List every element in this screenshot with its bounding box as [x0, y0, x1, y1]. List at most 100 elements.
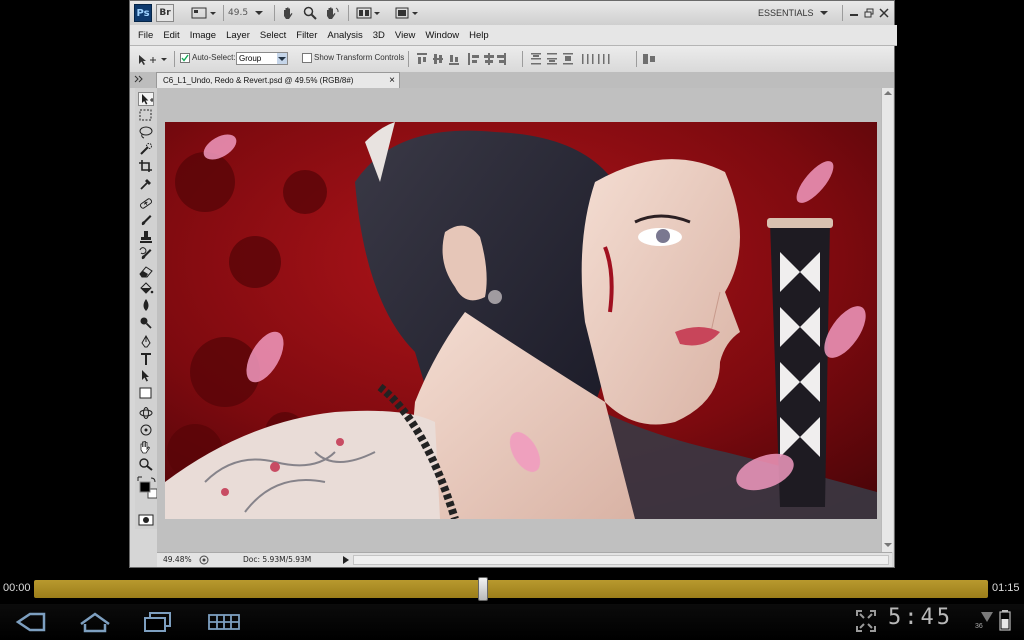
menu-grid-icon[interactable] — [206, 610, 242, 634]
healing-brush-tool-icon[interactable] — [138, 196, 154, 210]
signal-label: 36 — [975, 623, 983, 630]
menu-image[interactable]: Image — [185, 30, 221, 41]
menu-help[interactable]: Help — [464, 30, 494, 41]
zoom-percentage[interactable]: 49.48% — [163, 555, 192, 564]
menu-layer[interactable]: Layer — [221, 30, 255, 41]
checkmark-icon — [181, 54, 189, 62]
collapse-panels-icon[interactable] — [134, 75, 144, 83]
path-selection-tool-icon[interactable] — [138, 369, 154, 383]
arrange-documents-icon — [356, 7, 380, 18]
marquee-tool-icon[interactable] — [138, 108, 154, 122]
hand-tool-button[interactable] — [280, 4, 296, 21]
menu-analysis[interactable]: Analysis — [322, 30, 367, 41]
color-swatches[interactable] — [137, 476, 157, 504]
clone-stamp-tool-icon[interactable] — [138, 230, 154, 244]
seek-thumb[interactable] — [478, 577, 488, 601]
paint-bucket-tool-icon[interactable] — [138, 281, 154, 295]
menu-3d[interactable]: 3D — [368, 30, 390, 41]
vertical-scrollbar[interactable] — [881, 88, 893, 552]
3d-orbit-tool-icon[interactable] — [138, 423, 154, 437]
lasso-tool-icon[interactable] — [138, 125, 154, 139]
battery-icon — [999, 610, 1011, 631]
scroll-up-icon[interactable] — [884, 90, 892, 96]
total-duration: 01:15 — [992, 582, 1020, 594]
auto-select-dropdown[interactable]: Group — [236, 52, 288, 65]
tool-preset-picker[interactable] — [136, 52, 170, 66]
close-window-button[interactable] — [878, 4, 890, 21]
menu-file[interactable]: File — [133, 30, 158, 41]
auto-select-label: Auto-Select: — [192, 53, 236, 62]
zoom-icon — [303, 6, 317, 20]
launch-bridge-button[interactable]: Br — [156, 4, 174, 22]
chevron-down-icon — [819, 10, 828, 15]
type-tool-icon[interactable] — [138, 352, 154, 366]
arrange-documents-button[interactable] — [356, 4, 382, 21]
status-info-icon[interactable] — [199, 555, 209, 565]
artwork-image[interactable] — [165, 122, 877, 519]
align-buttons-group[interactable] — [416, 52, 512, 66]
menu-select[interactable]: Select — [255, 30, 291, 41]
home-icon[interactable] — [78, 610, 112, 634]
document-tab-title: C6_L1_Undo, Redo & Revert.psd @ 49.5% (R… — [163, 76, 354, 85]
screen-mode-icon — [395, 7, 418, 18]
screen-mode-button[interactable] — [394, 4, 420, 21]
eyedropper-tool-icon[interactable] — [138, 176, 154, 190]
menu-view[interactable]: View — [390, 30, 420, 41]
recent-apps-icon[interactable] — [142, 610, 174, 634]
zoom-tool-button[interactable] — [302, 4, 318, 21]
show-transform-checkbox[interactable] — [302, 53, 312, 63]
view-extras-button[interactable] — [190, 4, 218, 21]
auto-align-icon[interactable] — [642, 52, 656, 66]
seek-track[interactable] — [34, 580, 988, 598]
workspace-switcher[interactable]: ESSENTIALS — [758, 4, 838, 21]
elapsed-time: 00:00 — [3, 582, 31, 594]
fullscreen-icon[interactable] — [856, 610, 876, 634]
hand-tool-icon[interactable] — [138, 440, 154, 454]
3d-rotate-tool-icon[interactable] — [138, 406, 154, 420]
rotate-view-button[interactable] — [322, 4, 342, 21]
quick-selection-tool-icon[interactable] — [138, 142, 154, 156]
horizontal-scrollbar[interactable] — [353, 555, 889, 565]
auto-select-checkbox[interactable] — [180, 53, 190, 63]
scroll-down-icon[interactable] — [884, 542, 892, 548]
history-brush-tool-icon[interactable] — [138, 247, 154, 261]
restore-button[interactable] — [863, 4, 875, 21]
view-extras-icon — [191, 7, 216, 18]
chevron-down-icon — [277, 53, 287, 64]
dodge-tool-icon[interactable] — [138, 315, 154, 329]
menu-window[interactable]: Window — [420, 30, 464, 41]
pen-tool-icon[interactable] — [138, 335, 154, 349]
photoshop-logo: Ps — [134, 4, 152, 22]
menu-edit[interactable]: Edit — [158, 30, 184, 41]
status-bar: 49.48% Doc: 5.93M/5.93M — [157, 552, 892, 567]
workspace-label: ESSENTIALS — [758, 7, 814, 18]
blur-tool-icon[interactable] — [138, 298, 154, 312]
application-bar: Ps Br 49.5 ESSENTIALS — [130, 1, 894, 26]
document-size-status: Doc: 5.93M/5.93M — [243, 555, 312, 564]
hand-icon — [284, 7, 293, 19]
crop-tool-icon[interactable] — [138, 159, 154, 173]
distribute-buttons-group[interactable] — [530, 52, 630, 66]
eraser-tool-icon[interactable] — [138, 264, 154, 278]
back-icon[interactable] — [12, 610, 48, 634]
close-icon — [879, 7, 889, 18]
minimize-button[interactable] — [848, 4, 860, 21]
move-tool-icon[interactable] — [138, 92, 154, 106]
shape-tool-icon[interactable] — [138, 386, 154, 400]
zoom-tool-icon[interactable] — [138, 457, 154, 471]
chevron-down-icon — [255, 10, 264, 15]
status-menu-arrow-icon[interactable] — [342, 555, 350, 565]
show-transform-label: Show Transform Controls — [314, 53, 405, 62]
zoom-level-dropdown[interactable]: 49.5 — [228, 4, 266, 21]
menu-filter[interactable]: Filter — [291, 30, 322, 41]
rotate-view-icon — [327, 7, 339, 19]
tools-panel — [135, 88, 158, 529]
move-tool-icon — [139, 55, 167, 65]
minimize-icon — [850, 13, 858, 16]
auto-select-value: Group — [239, 54, 262, 63]
quick-mask-icon[interactable] — [138, 513, 154, 527]
brush-tool-icon[interactable] — [138, 213, 154, 227]
close-tab-button[interactable]: × — [385, 75, 399, 86]
zoom-level-value: 49.5 — [228, 7, 249, 18]
document-tab[interactable]: C6_L1_Undo, Redo & Revert.psd @ 49.5% (R… — [156, 72, 400, 88]
